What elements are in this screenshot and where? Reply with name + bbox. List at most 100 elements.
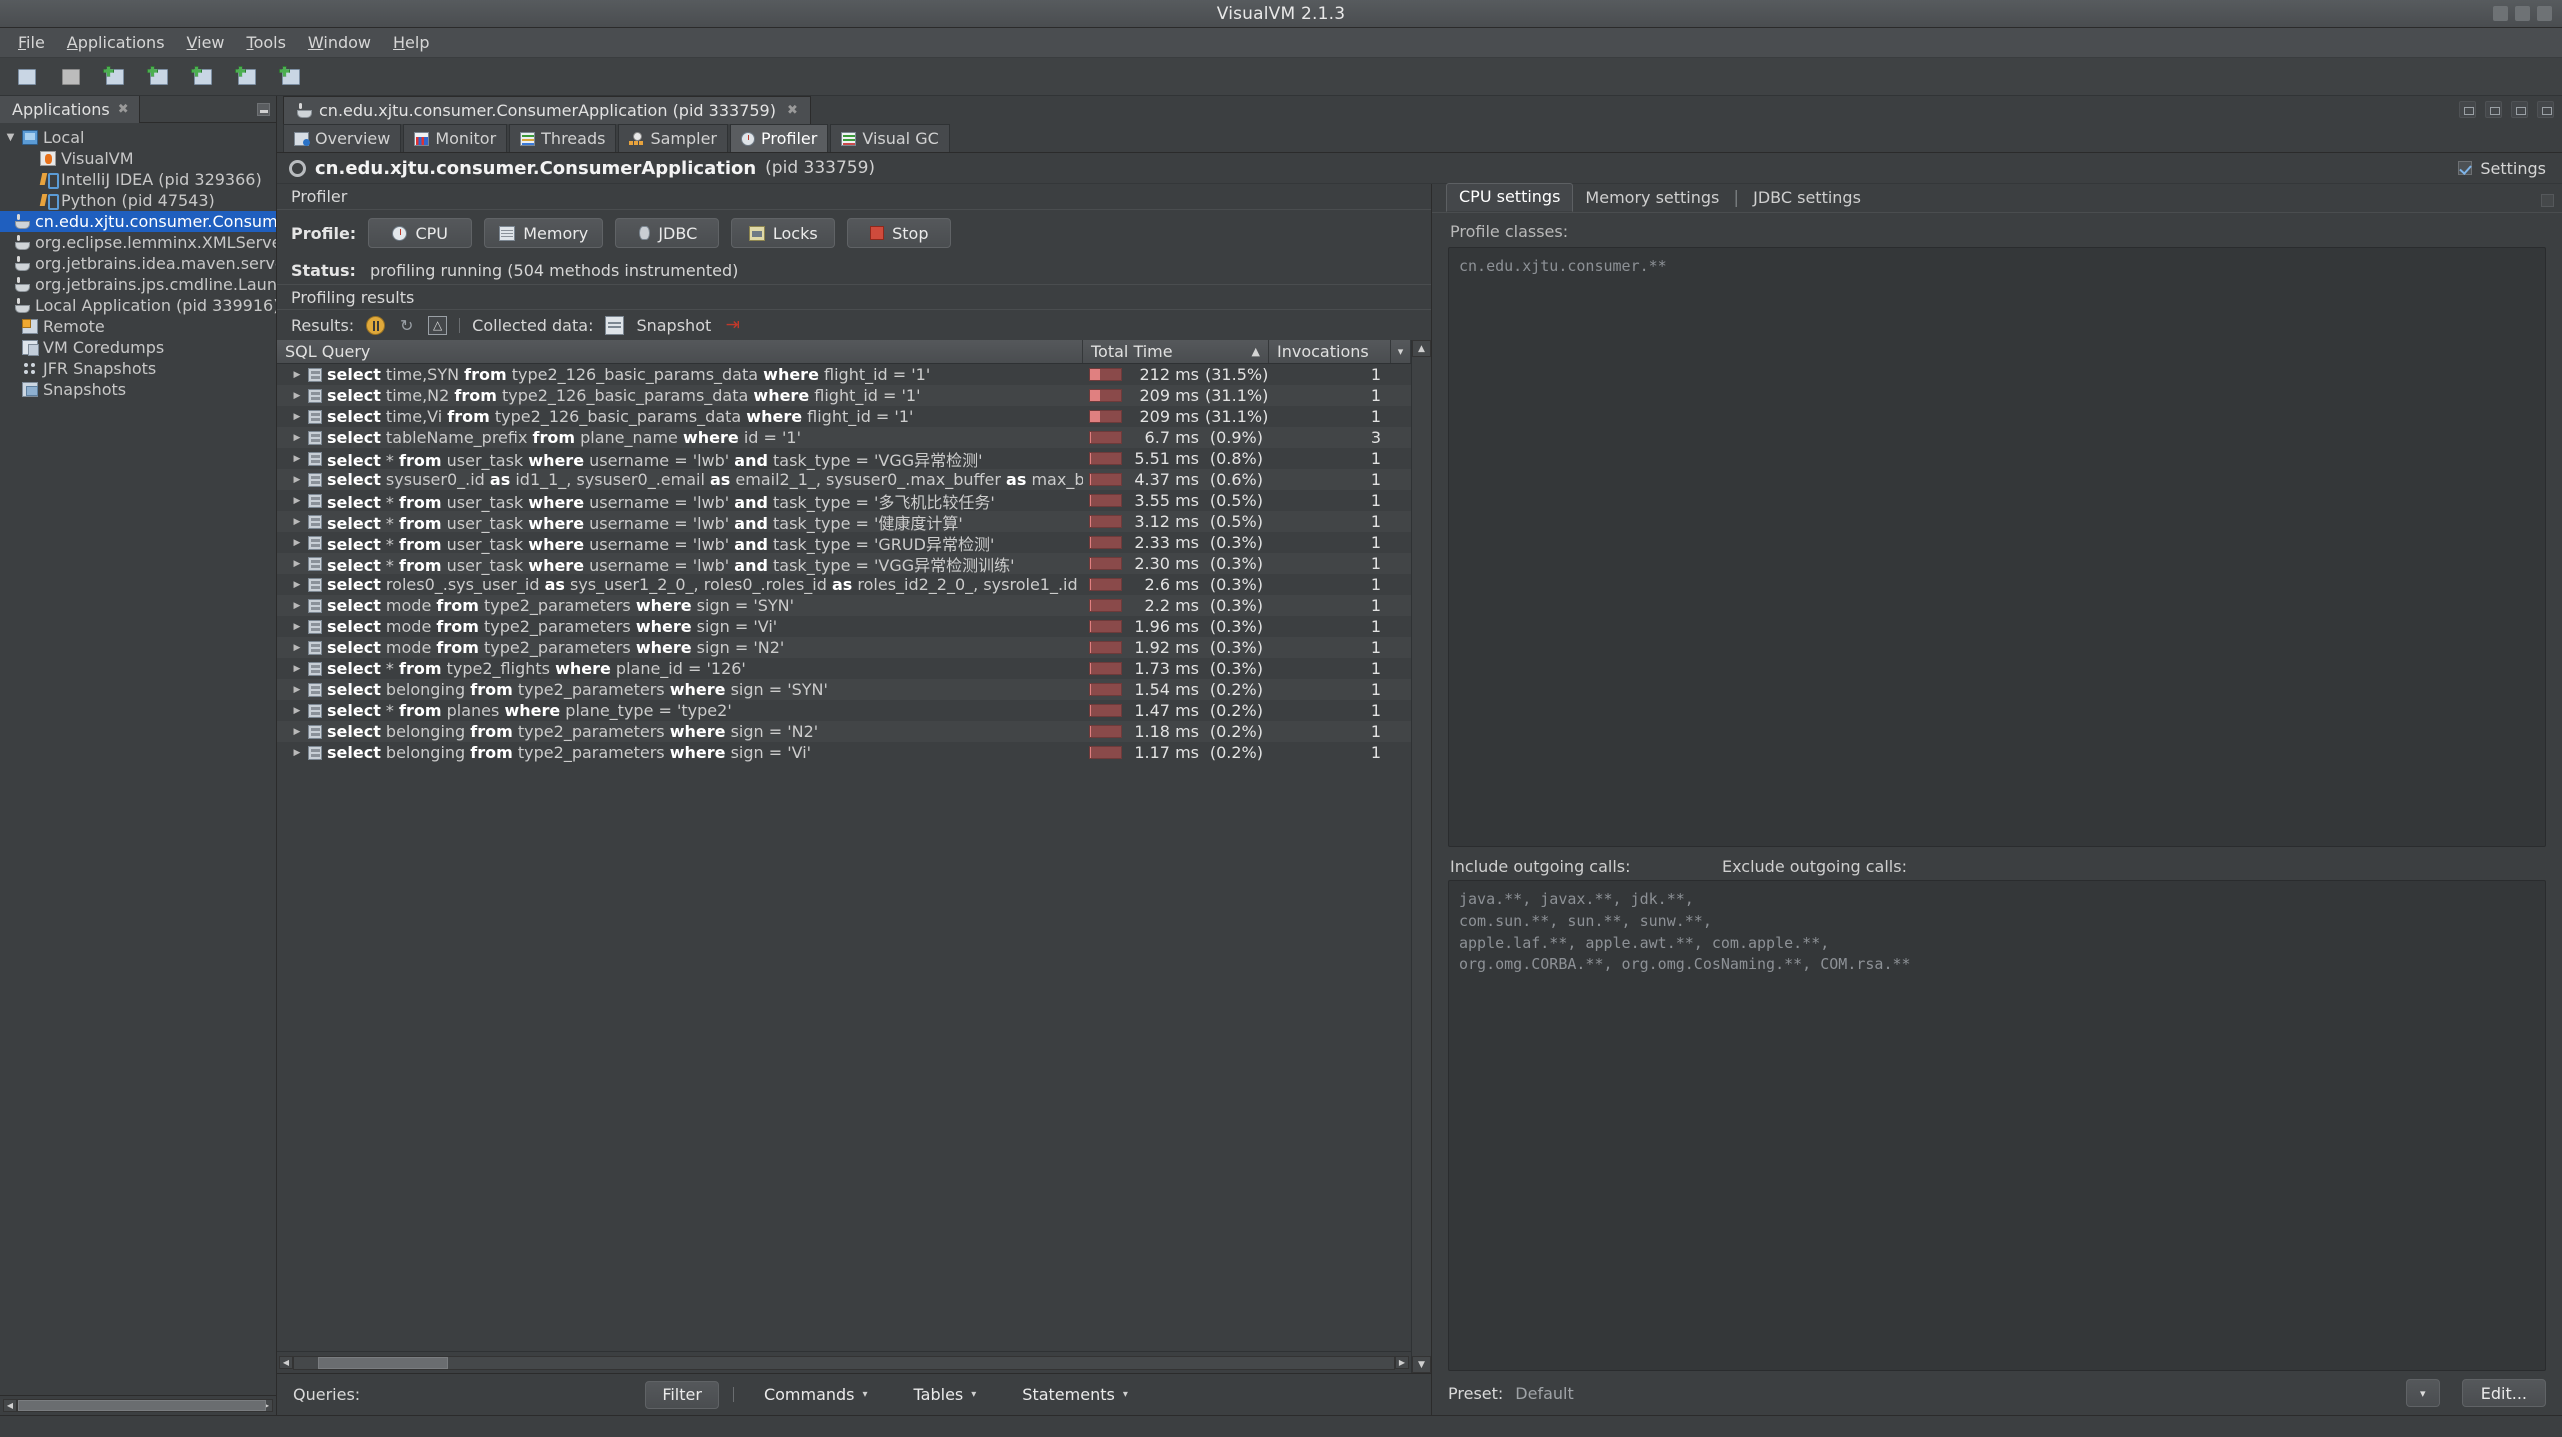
menu-view[interactable]: View [177, 29, 235, 56]
open-file-icon[interactable] [14, 65, 40, 89]
table-row[interactable]: ▶ select time,N2 from type2_126_basic_par… [277, 385, 1411, 406]
profile-cpu-button[interactable]: CPU [368, 218, 473, 248]
hscroll-track[interactable] [17, 1399, 266, 1412]
table-row[interactable]: ▶ select tableName_prefix from plane_name… [277, 427, 1411, 448]
expand-row-icon[interactable]: ▶ [291, 664, 303, 674]
add-jmx-connection-icon[interactable] [146, 65, 172, 89]
tab-cpu-settings[interactable]: CPU settings [1446, 183, 1574, 212]
preset-dropdown-button[interactable]: ▾ [2405, 1379, 2440, 1407]
scroll-left-icon[interactable]: ◀ [3, 1399, 17, 1412]
scroll-down-icon[interactable]: ▼ [1412, 1356, 1431, 1373]
minimize-button[interactable] [2493, 6, 2508, 21]
table-row[interactable]: ▶ select sysuser0_.id as id1_1_, sysuser0… [277, 469, 1411, 490]
column-chooser-button[interactable]: ▾ [1391, 340, 1411, 363]
scroll-tabs-right-icon[interactable] [2485, 101, 2502, 118]
sidebar-item-org-jetbrains-jps-cmdline-launc[interactable]: org.jetbrains.jps.cmdline.Launc [0, 274, 276, 295]
sidebar-item-intellij-idea-pid-329366[interactable]: IntelliJ IDEA (pid 329366) [0, 169, 276, 190]
expand-row-icon[interactable]: ▶ [291, 412, 303, 422]
table-body[interactable]: ▶ select time,SYN from type2_126_basic_pa… [277, 364, 1411, 1351]
filter-button[interactable]: Filter [645, 1380, 719, 1409]
add-remote-host-icon[interactable] [102, 65, 128, 89]
menu-help[interactable]: Help [383, 29, 439, 56]
add-snapshot-icon[interactable] [278, 65, 304, 89]
commands-button[interactable]: Commands ▾ [748, 1381, 884, 1409]
tab-applications[interactable]: Applications ✖ [0, 96, 140, 123]
expand-row-icon[interactable]: ▶ [291, 496, 303, 506]
settings-pane-menu-icon[interactable] [2541, 194, 2554, 207]
expand-row-icon[interactable]: ▶ [291, 538, 303, 548]
sidebar-item-python-pid-47543[interactable]: Python (pid 47543) [0, 190, 276, 211]
table-vscroll-track[interactable] [1412, 357, 1431, 1356]
tab-sampler[interactable]: Sampler [618, 124, 729, 152]
tab-profiler[interactable]: Profiler [730, 124, 829, 152]
scroll-up-icon[interactable]: ▲ [1412, 340, 1431, 357]
expand-row-icon[interactable]: ▶ [291, 559, 303, 569]
table-row[interactable]: ▶ select mode from type2_parameters where… [277, 616, 1411, 637]
table-row[interactable]: ▶ select mode from type2_parameters where… [277, 637, 1411, 658]
expand-row-icon[interactable]: ▶ [291, 391, 303, 401]
table-row[interactable]: ▶ select * from user_task where username … [277, 490, 1411, 512]
snapshot-label[interactable]: Snapshot [636, 316, 711, 335]
sidebar-item-local-application-pid-339916[interactable]: Local Application (pid 339916) [0, 295, 276, 316]
table-row[interactable]: ▶ select * from user_task where username … [277, 448, 1411, 470]
window-controls[interactable] [2493, 6, 2552, 21]
sidebar-item-snapshots[interactable]: Snapshots [0, 379, 276, 400]
minimize-dock-button[interactable] [257, 103, 270, 116]
sidebar-item-remote[interactable]: Remote [0, 316, 276, 337]
column-header-invocations[interactable]: Invocations [1269, 340, 1391, 363]
pause-results-icon[interactable] [366, 315, 386, 335]
tables-button[interactable]: Tables ▾ [898, 1381, 993, 1409]
snapshot-icon[interactable] [605, 315, 625, 335]
scroll-left-icon[interactable]: ◀ [279, 1356, 293, 1369]
export-icon[interactable]: ⇥ [723, 315, 742, 335]
profile-locks-button[interactable]: Locks [731, 218, 836, 248]
exclude-outgoing-calls-input[interactable]: java.**, javax.**, jdk.**, com.sun.**, s… [1448, 880, 2546, 1371]
table-row[interactable]: ▶ select roles0_.sys_user_id as sys_user1… [277, 574, 1411, 595]
table-row[interactable]: ▶ select belonging from type2_parameters … [277, 721, 1411, 742]
table-row[interactable]: ▶ select * from user_task where username … [277, 553, 1411, 575]
column-header-sql-query[interactable]: SQL Query [277, 340, 1083, 363]
column-header-total-time[interactable]: Total Time ▲ [1083, 340, 1269, 363]
table-row[interactable]: ▶ select * from user_task where username … [277, 511, 1411, 533]
sidebar-item-local[interactable]: ▼ Local [0, 127, 276, 148]
tab-threads[interactable]: Threads [509, 124, 617, 152]
expand-toggle-icon[interactable]: ▼ [4, 132, 17, 143]
expand-row-icon[interactable]: ▶ [291, 517, 303, 527]
expand-row-icon[interactable]: ▶ [291, 454, 303, 464]
add-jfr-snapshot-icon[interactable] [234, 65, 260, 89]
applications-tree[interactable]: ▼ Local VisualVM IntelliJ IDEA (pid 329366)… [0, 123, 276, 1395]
close-icon[interactable]: ✖ [118, 102, 129, 117]
tab-jdbc-settings[interactable]: JDBC settings [1741, 185, 1873, 212]
add-vm-coredump-icon[interactable] [190, 65, 216, 89]
table-row[interactable]: ▶ select time,SYN from type2_126_basic_pa… [277, 364, 1411, 385]
expand-row-icon[interactable]: ▶ [291, 370, 303, 380]
hscroll-thumb[interactable] [18, 1400, 266, 1411]
sidebar-item-vm-coredumps[interactable]: VM Coredumps [0, 337, 276, 358]
table-row[interactable]: ▶ select belonging from type2_parameters … [277, 742, 1411, 763]
table-hscroll-track[interactable] [293, 1355, 1395, 1370]
settings-toggle[interactable]: Settings [2458, 159, 2546, 178]
delta-results-icon[interactable]: △ [428, 315, 448, 335]
table-row[interactable]: ▶ select mode from type2_parameters where… [277, 595, 1411, 616]
expand-row-icon[interactable]: ▶ [291, 622, 303, 632]
scroll-right-icon[interactable]: ▶ [1395, 1356, 1409, 1369]
table-row[interactable]: ▶ select time,Vi from type2_126_basic_par… [277, 406, 1411, 427]
edit-preset-button[interactable]: Edit... [2461, 1379, 2546, 1407]
tab-memory-settings[interactable]: Memory settings [1573, 185, 1731, 212]
expand-row-icon[interactable]: ▶ [291, 601, 303, 611]
table-hscrollbar[interactable]: ◀ ▶ [277, 1351, 1411, 1373]
maximize-button[interactable] [2515, 6, 2530, 21]
tab-consumer-application[interactable]: cn.edu.xjtu.consumer.ConsumerApplication… [283, 96, 811, 124]
expand-row-icon[interactable]: ▶ [291, 727, 303, 737]
close-button[interactable] [2537, 6, 2552, 21]
sidebar-item-org-eclipse-lemminx-xmlserve[interactable]: org.eclipse.lemminx.XMLServe [0, 232, 276, 253]
expand-row-icon[interactable]: ▶ [291, 433, 303, 443]
tab-monitor[interactable]: Monitor [403, 124, 508, 152]
menu-applications[interactable]: Applications [57, 29, 175, 56]
tab-overview[interactable]: Overview [283, 124, 402, 152]
view-tabbar[interactable]: Overview Monitor Threads Sampler Profiler Vis… [277, 124, 2562, 153]
table-row[interactable]: ▶ select * from type2_flights where plane… [277, 658, 1411, 679]
expand-row-icon[interactable]: ▶ [291, 685, 303, 695]
menu-window[interactable]: Window [298, 29, 381, 56]
table-vscrollbar[interactable]: ▲ ▼ [1411, 340, 1431, 1373]
